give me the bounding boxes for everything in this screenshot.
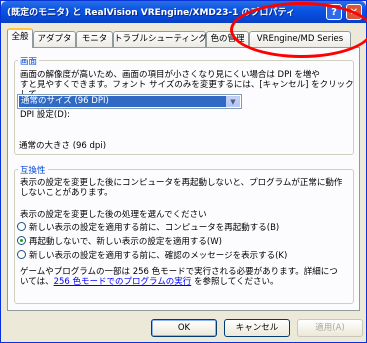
tab-monitor[interactable]: モニタ <box>76 31 113 47</box>
radio-ask-before-label: 新しい表示の設定を適用する前に、確認のメッセージを表示する(K) <box>29 251 288 261</box>
cancel-button[interactable]: キャンセル <box>224 319 290 337</box>
radio-ask-before-icon[interactable] <box>17 250 26 259</box>
dpi-note: 通常の大きさ (96 dpi) <box>19 141 107 151</box>
radio-restart-label: 新しい表示の設定を適用する前に、コンピュータを再起動する(B) <box>29 223 280 233</box>
tab-panel: 画面 画面の解像度が高いため、画面の項目が小さくなり見にくい場合は DPI を増… <box>7 47 360 311</box>
tab-adapter[interactable]: アダプタ <box>33 31 76 47</box>
display-section-label: 画面 <box>18 55 40 67</box>
radio-apply-without-restart-icon[interactable] <box>17 236 26 245</box>
tab-vrengine[interactable]: VREngine/MD Series <box>249 31 351 47</box>
game-note: ゲームやプログラムの一部は 256 色モードで実行される必要があります。詳細につ… <box>20 267 338 287</box>
game-help-link[interactable]: 256 色モードでのプログラムの実行 <box>54 277 192 287</box>
compat-warning-line1: 表示の設定を変更した後にコンピュータを再起動しないと、プログラムが正常に動作 <box>20 178 343 188</box>
tab-troubleshooting[interactable]: トラブルシューティング <box>113 31 207 47</box>
dpi-select-value: 通常のサイズ (96 DPI) <box>19 96 226 107</box>
close-button[interactable]: ✕ <box>346 4 362 20</box>
compat-section-label: 互換性 <box>18 164 48 176</box>
dpi-label: DPI 設定(D): <box>20 110 70 120</box>
apply-button[interactable]: 適用(A) <box>297 319 363 337</box>
properties-dialog: (既定のモニタ) と RealVision VREngine/XMD23-1 の… <box>0 0 367 343</box>
title-bar[interactable]: (既定のモニタ) と RealVision VREngine/XMD23-1 の… <box>1 1 366 23</box>
compat-choose-label: 表示の設定を変更した後の処理を選んでください <box>20 210 207 220</box>
game-note-line1: ゲームやプログラムの一部は 256 色モードで実行される必要があります。詳細につ <box>20 267 338 277</box>
window-title: (既定のモニタ) と RealVision VREngine/XMD23-1 の… <box>7 8 296 18</box>
game-note-pre: いては、 <box>20 277 54 287</box>
dpi-select[interactable]: 通常のサイズ (96 DPI) ▼ <box>17 94 242 109</box>
help-button[interactable]: ? <box>326 4 342 20</box>
radio-restart-icon[interactable] <box>17 222 26 231</box>
display-description-line1: 画面の解像度が高いため、画面の項目が小さくなり見にくい場合は DPI を増や <box>20 70 320 80</box>
tab-general[interactable]: 全般 <box>7 28 33 48</box>
game-note-post: を参照してください。 <box>191 277 279 287</box>
radio-restart[interactable]: 新しい表示の設定を適用する前に、コンピュータを再起動する(B) <box>17 222 279 233</box>
radio-apply-without-restart[interactable]: 再起動しないで、新しい表示の設定を適用する(W) <box>17 236 222 247</box>
tab-color-management[interactable]: 色の管理 <box>206 31 249 47</box>
radio-apply-without-restart-label: 再起動しないで、新しい表示の設定を適用する(W) <box>29 237 222 247</box>
ok-button[interactable]: OK <box>151 319 217 337</box>
compat-warning-line2: しないことがあります。 <box>20 188 113 198</box>
radio-ask-before[interactable]: 新しい表示の設定を適用する前に、確認のメッセージを表示する(K) <box>17 250 287 261</box>
chevron-down-icon[interactable]: ▼ <box>226 96 240 107</box>
compat-warning: 表示の設定を変更した後にコンピュータを再起動しないと、プログラムが正常に動作 し… <box>20 178 342 198</box>
